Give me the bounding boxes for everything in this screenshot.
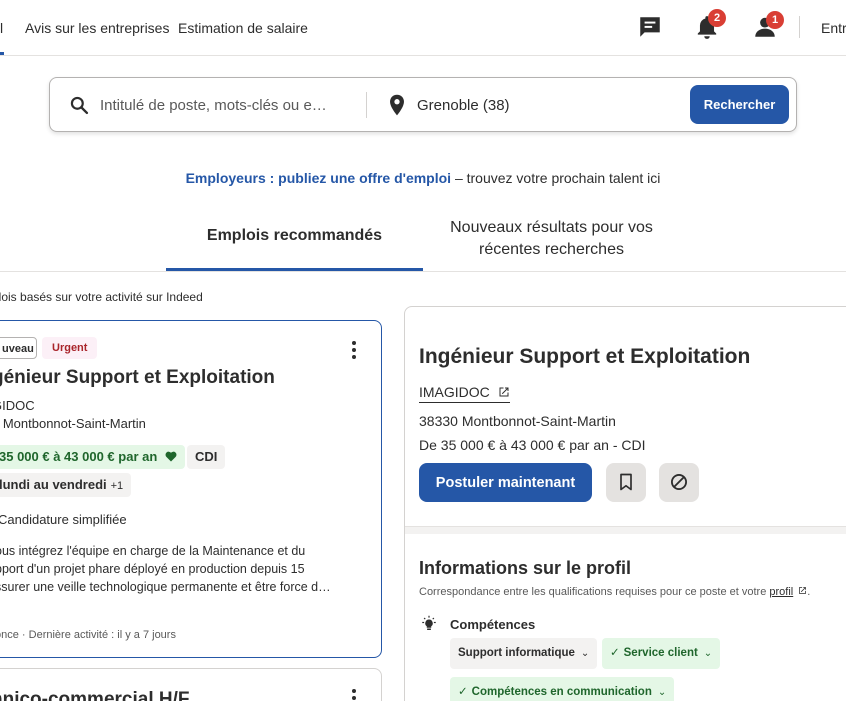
tab-recent-searches[interactable]: Nouveaux résultats pour vos récentes rec… bbox=[423, 217, 680, 261]
external-link-icon bbox=[499, 387, 509, 397]
top-navigation: l Avis sur les entreprises Estimation de… bbox=[0, 0, 846, 56]
notifications-badge: 2 bbox=[708, 9, 726, 27]
tab-recommended-jobs[interactable]: Emplois recommandés bbox=[166, 227, 423, 245]
job-card-title[interactable]: hnico-commercial H/F bbox=[0, 689, 190, 701]
schedule-chip-text: lundi au vendredi bbox=[0, 477, 107, 492]
job-card-location: 0 Montbonnot-Saint-Martin bbox=[0, 416, 146, 431]
chevron-down-icon: ⌄ bbox=[580, 648, 590, 659]
snippet-line: ssurer une veille technologique permanen… bbox=[0, 580, 331, 594]
skill-chip[interactable]: Support informatique ⌄ bbox=[450, 638, 598, 669]
job-card-title[interactable]: génieur Support et Exploitation bbox=[0, 367, 275, 389]
salary-chip-text: 35 000 € à 43 000 € par an bbox=[0, 449, 158, 464]
post-job-link[interactable]: Employeurs : publiez une offre d'emploi bbox=[186, 170, 451, 186]
feed-caption: plois basés sur votre activité sur Indee… bbox=[0, 290, 203, 304]
job-search-bar: Rechercher bbox=[49, 77, 797, 132]
search-divider bbox=[366, 92, 367, 118]
profile-insights-text: Correspondance entre les qualifications … bbox=[419, 586, 770, 598]
lightbulb-icon bbox=[422, 615, 436, 630]
checkmark-icon: ✓ bbox=[610, 647, 620, 659]
job-card-selected[interactable]: uveau Urgent génieur Support et Exploita… bbox=[0, 320, 382, 658]
job-card-snippet: ous intégrez l'équipe en charge de la Ma… bbox=[0, 542, 355, 596]
checkmark-icon: ✓ bbox=[458, 686, 468, 698]
profile-badge: 1 bbox=[766, 11, 784, 29]
schedule-more-count: +1 bbox=[110, 480, 124, 492]
job-detail-location: 38330 Montbonnot-Saint-Martin bbox=[419, 413, 616, 429]
nav-link-salary-estimate[interactable]: Estimation de salaire bbox=[178, 20, 308, 36]
urgent-tag: Urgent bbox=[42, 337, 98, 359]
company-link[interactable]: IMAGIDOC bbox=[419, 384, 510, 403]
nav-active-indicator bbox=[0, 52, 4, 55]
profile-link[interactable]: profil bbox=[769, 586, 793, 598]
job-detail-title: Ingénieur Support et Exploitation bbox=[419, 345, 751, 368]
chevron-down-icon: ⌄ bbox=[703, 648, 713, 659]
what-search-input[interactable] bbox=[100, 93, 360, 117]
skill-label: Service client bbox=[623, 647, 698, 659]
not-interested-button[interactable] bbox=[659, 463, 699, 502]
nav-link-home[interactable]: l bbox=[0, 20, 3, 36]
employer-banner-text: – trouvez votre prochain talent ici bbox=[451, 170, 661, 186]
profile-insights-subtitle: Correspondance entre les qualifications … bbox=[419, 586, 811, 598]
section-divider bbox=[405, 526, 846, 534]
more-options-icon[interactable] bbox=[344, 339, 364, 361]
skill-chip-matched[interactable]: ✓ Compétences en communication ⌄ bbox=[450, 677, 675, 701]
schedule-chip: lundi au vendredi +1 bbox=[0, 473, 132, 497]
save-job-button[interactable] bbox=[606, 463, 646, 502]
skill-label: Support informatique bbox=[458, 647, 575, 659]
job-card-meta: once · Dernière activité : il y a 7 jour… bbox=[0, 629, 176, 641]
skills-label: Compétences bbox=[450, 617, 536, 632]
easy-apply-label: Candidature simplifiée bbox=[0, 512, 127, 527]
profile-insights-title: Informations sur le profil bbox=[419, 558, 632, 578]
new-tag: uveau bbox=[0, 337, 37, 359]
job-detail-salary: De 35 000 € à 43 000 € par an - CDI bbox=[419, 437, 646, 453]
heart-icon bbox=[165, 451, 177, 462]
tabs-divider bbox=[0, 271, 846, 272]
skill-chip-matched[interactable]: ✓ Service client ⌄ bbox=[602, 638, 721, 669]
where-location-input[interactable] bbox=[417, 93, 677, 117]
job-detail-pane: Ingénieur Support et Exploitation IMAGID… bbox=[404, 306, 846, 701]
nav-divider bbox=[799, 16, 800, 38]
employer-banner: Employeurs : publiez une offre d'emploi … bbox=[0, 170, 846, 186]
snippet-line: pport d'un projet phare déployé en produ… bbox=[0, 562, 305, 576]
company-name: IMAGIDOC bbox=[419, 384, 490, 400]
snippet-line: ous intégrez l'équipe en charge de la Ma… bbox=[0, 544, 306, 558]
apply-now-button[interactable]: Postuler maintenant bbox=[419, 463, 592, 502]
job-card-company: GIDOC bbox=[0, 398, 35, 413]
salary-chip: 35 000 € à 43 000 € par an bbox=[0, 445, 185, 469]
block-icon bbox=[671, 474, 687, 490]
bookmark-icon bbox=[620, 473, 632, 491]
location-pin-icon bbox=[390, 94, 404, 116]
nav-link-company-reviews[interactable]: Avis sur les entreprises bbox=[25, 20, 169, 36]
search-icon bbox=[70, 96, 89, 115]
nav-link-employers[interactable]: Entr bbox=[821, 20, 846, 36]
search-button[interactable]: Rechercher bbox=[690, 85, 789, 124]
job-card[interactable]: hnico-commercial H/F bbox=[0, 668, 382, 701]
chevron-down-icon: ⌄ bbox=[657, 687, 667, 698]
external-link-icon bbox=[799, 587, 807, 594]
more-options-icon[interactable] bbox=[344, 687, 364, 701]
contract-chip: CDI bbox=[187, 445, 226, 469]
chat-bubble-icon[interactable] bbox=[637, 14, 663, 40]
skill-label: Compétences en communication bbox=[471, 686, 652, 698]
